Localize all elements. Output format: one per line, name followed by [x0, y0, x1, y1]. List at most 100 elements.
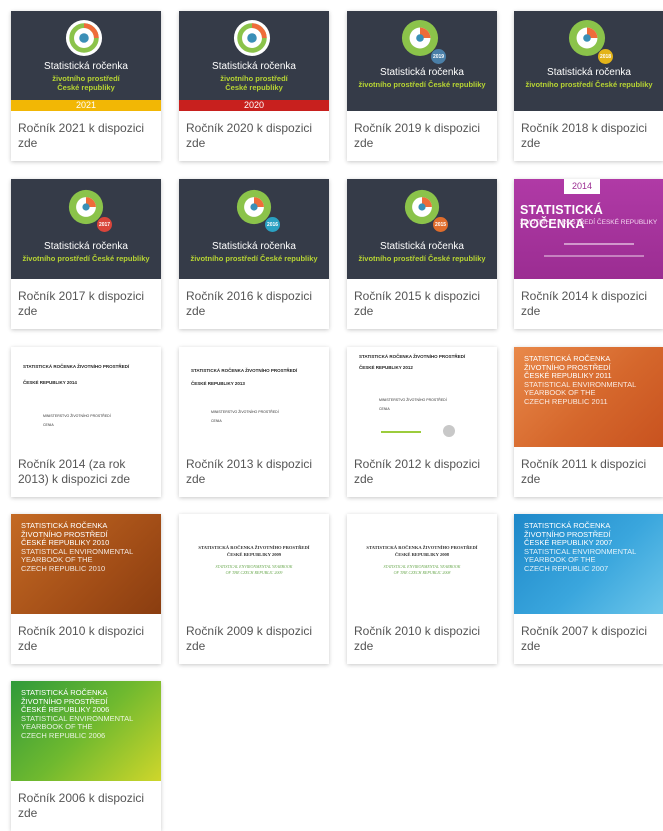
- card-caption[interactable]: Ročník 2014 k dispozici zde: [514, 279, 663, 329]
- card-caption[interactable]: Ročník 2011 k dispozici zde: [514, 447, 663, 497]
- card-caption[interactable]: Ročník 2021 k dispozici zde: [11, 111, 161, 161]
- cover-subtitle: České republiky: [225, 83, 283, 92]
- cover-image: STATISTICKÁ ROČENKA ŽIVOTNÍHO PROSTŘEDÍ …: [347, 514, 497, 614]
- card-caption[interactable]: Ročník 2018 k dispozici zde: [514, 111, 663, 161]
- cover-title: ČESKÉ REPUBLIKY 2012: [359, 365, 413, 370]
- cover-subtitle: životního prostředí České republiky: [525, 80, 653, 89]
- cover-title: STATISTICKÁ ROČENKA: [520, 203, 603, 231]
- cover-image: STATISTICKÁ ROČENKA ŽIVOTNÍHO PROSTŘEDÍ …: [11, 347, 161, 447]
- cover-title: ČESKÉ REPUBLIKY 2009: [226, 552, 282, 557]
- card-caption[interactable]: Ročník 2013 k dispozici zde: [179, 447, 329, 497]
- cover-title: STATISTICKÁ ROČENKA ŽIVOTNÍHO PROSTŘEDÍ: [366, 545, 478, 550]
- year-badge: 2016: [265, 217, 280, 232]
- cover-title: STATISTICKÁ ROČENKA ŽIVOTNÍHO PROSTŘEDÍ: [198, 545, 310, 550]
- yearbook-card-2008[interactable]: STATISTICKÁ ROČENKA ŽIVOTNÍHO PROSTŘEDÍ …: [347, 514, 497, 664]
- card-caption[interactable]: Ročník 2010 k dispozici zde: [11, 614, 161, 664]
- cover-image: STATISTICKÁ ROČENKA ŽIVOTNÍHO PROSTŘEDÍ …: [179, 347, 329, 447]
- cover-image: 2018 Statistická ročenka životního prost…: [514, 11, 663, 111]
- yearbook-card-2017[interactable]: 2017 Statistická ročenka životního prost…: [11, 179, 161, 329]
- cover-image: STATISTICKÁ ROČENKA ŽIVOTNÍHO PROSTŘEDÍ …: [11, 681, 161, 781]
- cover-image: 2014 STATISTICKÁ ROČENKA ŽIVOTNÍHO PROST…: [514, 179, 663, 279]
- card-caption[interactable]: Ročník 2017 k dispozici zde: [11, 279, 161, 329]
- cover-text: STATISTICKÁ ROČENKA ŽIVOTNÍHO PROSTŘEDÍ …: [21, 521, 156, 573]
- cover-title: Statistická ročenka: [44, 61, 128, 72]
- cover-subtitle: životního prostředí České republiky: [22, 254, 150, 263]
- yearbook-card-2011[interactable]: STATISTICKÁ ROČENKA ŽIVOTNÍHO PROSTŘEDÍ …: [514, 347, 663, 497]
- cover-line-en: CZECH REPUBLIC 2011: [524, 396, 608, 406]
- card-caption[interactable]: Ročník 2007 k dispozici zde: [514, 614, 663, 664]
- cover-publisher: MINISTERSTVO ŽIVOTNÍHO PROSTŘEDÍ: [211, 410, 279, 414]
- cover-title: ČESKÉ REPUBLIKY 2013: [191, 381, 245, 386]
- cover-decoration: [564, 243, 634, 245]
- cover-publisher: MINISTERSTVO ŽIVOTNÍHO PROSTŘEDÍ: [43, 414, 111, 418]
- cover-title: Statistická ročenka: [212, 241, 296, 252]
- cover-decoration: [544, 255, 644, 257]
- yearbook-card-2019[interactable]: 2019 Statistická ročenka životního prost…: [347, 11, 497, 161]
- cover-image: STATISTICKÁ ROČENKA ŽIVOTNÍHO PROSTŘEDÍ …: [347, 347, 497, 447]
- card-caption[interactable]: Ročník 2015 k dispozici zde: [347, 279, 497, 329]
- yearbook-card-2006[interactable]: STATISTICKÁ ROČENKA ŽIVOTNÍHO PROSTŘEDÍ …: [11, 681, 161, 831]
- cover-image: 2015 Statistická ročenka životního prost…: [347, 179, 497, 279]
- yearbook-card-2010-orange[interactable]: STATISTICKÁ ROČENKA ŽIVOTNÍHO PROSTŘEDÍ …: [11, 514, 161, 664]
- yearbook-logo-icon: [233, 19, 271, 57]
- yearbook-card-2015[interactable]: 2015 Statistická ročenka životního prost…: [347, 179, 497, 329]
- cover-subtitle: České republiky: [57, 83, 115, 92]
- yearbook-card-2018[interactable]: 2018 Statistická ročenka životního prost…: [514, 11, 663, 161]
- cover-subtitle: životního prostředí: [220, 74, 288, 83]
- cover-image: 2017 Statistická ročenka životního prost…: [11, 179, 161, 279]
- cover-line-en: CZECH REPUBLIC 2007: [524, 563, 609, 573]
- cover-title: Statistická ročenka: [547, 67, 631, 78]
- year-badge: 2015: [433, 217, 448, 232]
- cover-line-en: CZECH REPUBLIC 2006: [21, 730, 106, 740]
- cover-image: STATISTICKÁ ROČENKA ŽIVOTNÍHO PROSTŘEDÍ …: [514, 514, 663, 614]
- yearbook-card-2013[interactable]: STATISTICKÁ ROČENKA ŽIVOTNÍHO PROSTŘEDÍ …: [179, 347, 329, 497]
- yearbook-card-2014[interactable]: 2014 STATISTICKÁ ROČENKA ŽIVOTNÍHO PROST…: [514, 179, 663, 329]
- cover-image: Statistická ročenka životního prostředí …: [11, 11, 161, 111]
- year-badge: 2017: [97, 217, 112, 232]
- cover-publisher: CENIA: [211, 419, 222, 423]
- cover-image: 2016 Statistická ročenka životního prost…: [179, 179, 329, 279]
- cover-image: Statistická ročenka životního prostředí …: [179, 11, 329, 111]
- yearbook-card-2012[interactable]: STATISTICKÁ ROČENKA ŽIVOTNÍHO PROSTŘEDÍ …: [347, 347, 497, 497]
- card-caption[interactable]: Ročník 2009 k dispozici zde: [179, 614, 329, 664]
- cover-title: Statistická ročenka: [380, 67, 464, 78]
- yearbook-card-2009[interactable]: STATISTICKÁ ROČENKA ŽIVOTNÍHO PROSTŘEDÍ …: [179, 514, 329, 664]
- year-badge: 2018: [598, 49, 613, 64]
- card-caption[interactable]: Ročník 2012 k dispozici zde: [347, 447, 497, 497]
- year-badge: 2019: [431, 49, 446, 64]
- cover-publisher: MINISTERSTVO ŽIVOTNÍHO PROSTŘEDÍ: [379, 398, 447, 402]
- cover-subtitle: životního prostředí České republiky: [358, 80, 486, 89]
- yearbook-card-2007[interactable]: STATISTICKÁ ROČENKA ŽIVOTNÍHO PROSTŘEDÍ …: [514, 514, 663, 664]
- yearbook-card-2016[interactable]: 2016 Statistická ročenka životního prost…: [179, 179, 329, 329]
- cover-publisher: CENIA: [43, 423, 54, 427]
- cover-title: ČESKÉ REPUBLIKY 2008: [394, 552, 450, 557]
- card-caption[interactable]: Ročník 2014 (za rok 2013) k dispozici zd…: [11, 447, 161, 497]
- card-caption[interactable]: Ročník 2010 k dispozici zde: [347, 614, 497, 664]
- cover-subtitle: životního prostředí České republiky: [190, 254, 318, 263]
- cover-year: 2014: [564, 179, 600, 194]
- cover-title: STATISTICKÁ ROČENKA ŽIVOTNÍHO PROSTŘEDÍ: [359, 354, 466, 359]
- cover-image: 2019 Statistická ročenka životního prost…: [347, 11, 497, 111]
- yearbook-card-2021[interactable]: Statistická ročenka životního prostředí …: [11, 11, 161, 161]
- card-caption[interactable]: Ročník 2019 k dispozici zde: [347, 111, 497, 161]
- year-stripe: 2021: [11, 100, 161, 111]
- cover-subtitle: životního prostředí České republiky: [358, 254, 486, 263]
- cover-logo-icon: [443, 425, 455, 437]
- cover-decoration: [381, 431, 421, 433]
- cover-subtitle: ŽIVOTNÍHO PROSTŘEDÍ ČESKÉ REPUBLIKY: [520, 219, 658, 226]
- yearbook-card-2020[interactable]: Statistická ročenka životního prostředí …: [179, 11, 329, 161]
- card-caption[interactable]: Ročník 2016 k dispozici zde: [179, 279, 329, 329]
- cover-title-en: OF THE CZECH REPUBLIC 2008: [393, 570, 451, 575]
- cover-publisher: CENIA: [379, 407, 390, 411]
- cover-title: STATISTICKÁ ROČENKA ŽIVOTNÍHO PROSTŘEDÍ: [23, 364, 130, 369]
- yearbook-card-2014-2013[interactable]: STATISTICKÁ ROČENKA ŽIVOTNÍHO PROSTŘEDÍ …: [11, 347, 161, 497]
- cover-image: STATISTICKÁ ROČENKA ŽIVOTNÍHO PROSTŘEDÍ …: [179, 514, 329, 614]
- card-caption[interactable]: Ročník 2006 k dispozici zde: [11, 781, 161, 831]
- card-caption[interactable]: Ročník 2020 k dispozici zde: [179, 111, 329, 161]
- cover-text: STATISTICKÁ ROČENKA ŽIVOTNÍHO PROSTŘEDÍ …: [524, 354, 659, 406]
- cover-text: STATISTICKÁ ROČENKA ŽIVOTNÍHO PROSTŘEDÍ …: [524, 521, 659, 573]
- cover-title: Statistická ročenka: [212, 61, 296, 72]
- cover-line-en: CZECH REPUBLIC 2010: [21, 563, 106, 573]
- cover-image: STATISTICKÁ ROČENKA ŽIVOTNÍHO PROSTŘEDÍ …: [11, 514, 161, 614]
- cover-title: STATISTICKÁ ROČENKA ŽIVOTNÍHO PROSTŘEDÍ: [191, 368, 298, 373]
